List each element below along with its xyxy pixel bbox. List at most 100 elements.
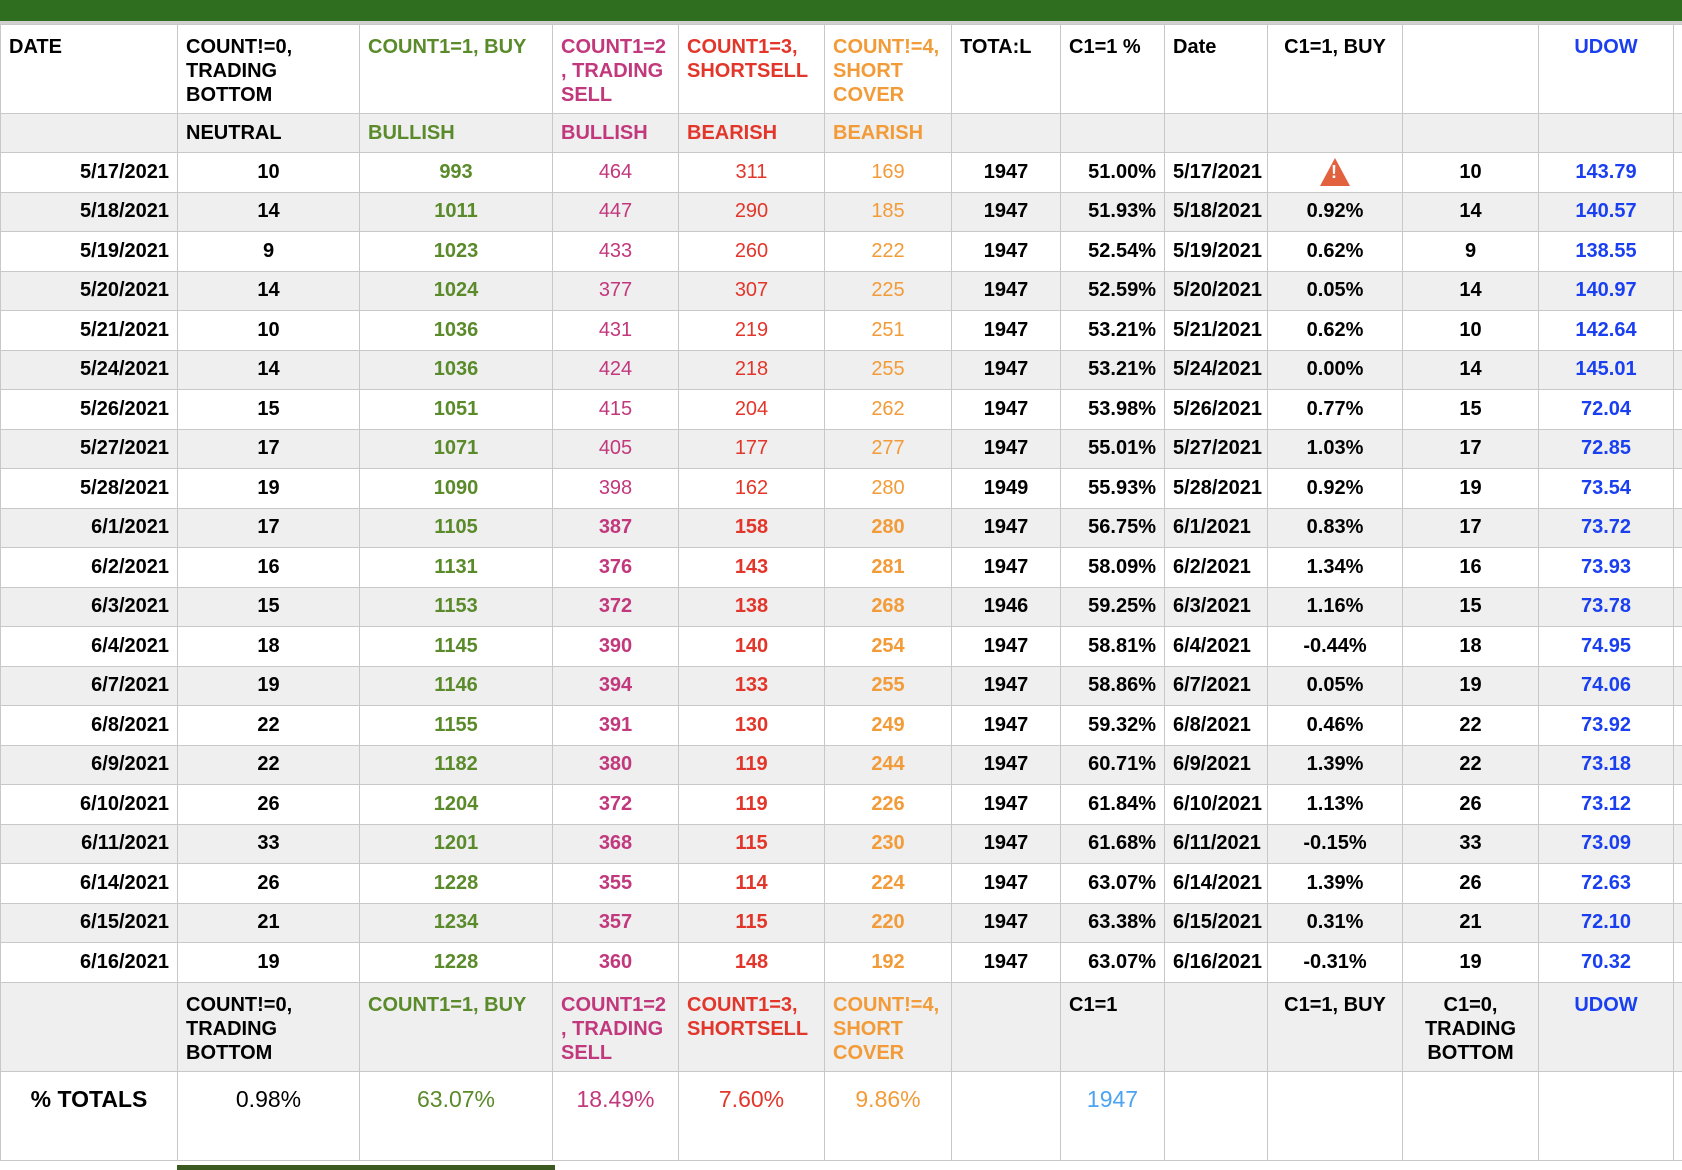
cell-date2[interactable]: 6/8/2021 [1164,705,1268,746]
cell-count0b[interactable]: 26 [1402,863,1539,904]
cell-pct[interactable]: 56.75% [1060,507,1165,548]
cell-total[interactable]: 1947 [951,428,1061,469]
cell-date[interactable]: 6/1/2021 [0,507,178,548]
cell-count0b[interactable]: 18 [1402,626,1539,667]
total-count0[interactable]: 0.98% [177,1070,360,1161]
cell-buy-change[interactable]: 0.92% [1267,191,1403,232]
cell-date[interactable]: 5/26/2021 [0,389,178,430]
cell-pct[interactable]: 58.09% [1060,547,1165,588]
footer-count0[interactable]: COUNT!=0, TRADING BOTTOM [177,981,360,1072]
cell-count0[interactable]: 17 [177,507,360,548]
cell-count0b[interactable]: 9 [1402,231,1539,272]
cell-udow[interactable]: 74.95 [1538,626,1674,667]
cell-pct[interactable]: 60.71% [1060,744,1165,785]
cell-date2[interactable]: 6/10/2021 [1164,784,1268,825]
cell-pct[interactable]: 55.93% [1060,468,1165,509]
cell-date[interactable]: 6/10/2021 [0,784,178,825]
cell-udow[interactable]: 73.12 [1538,784,1674,825]
cell-udow[interactable]: 73.09 [1538,823,1674,864]
cell-buy-change[interactable]: 0.00% [1267,349,1403,390]
header-udow[interactable]: UDOW [1538,24,1674,114]
cell-buy-change[interactable]: 0.62% [1267,231,1403,272]
cell-date[interactable]: 6/3/2021 [0,586,178,627]
cell-count0b[interactable]: 19 [1402,468,1539,509]
cell-count0[interactable]: 10 [177,152,360,193]
sub-cell[interactable] [1538,113,1674,153]
cell-count4[interactable]: 280 [824,507,952,548]
cell-buy-change[interactable] [1267,152,1403,193]
cell-count0b[interactable]: 22 [1402,705,1539,746]
cell-total[interactable]: 1947 [951,863,1061,904]
cell-count0b[interactable]: 17 [1402,507,1539,548]
cell-count1[interactable]: 1131 [359,547,553,588]
cell-count1[interactable]: 1011 [359,191,553,232]
cell-count1[interactable]: 1146 [359,665,553,706]
footer-count3[interactable]: COUNT1=3, SHORTSELL [678,981,825,1072]
cell-count0[interactable]: 16 [177,547,360,588]
cell-date2[interactable]: 5/19/2021 [1164,231,1268,272]
header-blank[interactable] [1402,24,1539,114]
cell-count0b[interactable]: 15 [1402,389,1539,430]
cell-date2[interactable]: 5/17/2021 [1164,152,1268,193]
sub-bullish-2[interactable]: BULLISH [552,113,679,153]
cell-count0[interactable]: 21 [177,902,360,943]
cell-buy-change[interactable]: 1.39% [1267,744,1403,785]
cell-pct[interactable]: 59.25% [1060,586,1165,627]
footer-udow[interactable]: UDOW [1538,981,1674,1072]
cell-count0[interactable]: 19 [177,665,360,706]
cell-total[interactable]: 1947 [951,389,1061,430]
cell-date2[interactable]: 6/2/2021 [1164,547,1268,588]
cell-pct[interactable]: 53.21% [1060,349,1165,390]
cell-date2[interactable]: 5/20/2021 [1164,270,1268,311]
cell-count0b[interactable]: 15 [1402,586,1539,627]
cell-count2[interactable]: 394 [552,665,679,706]
cell[interactable] [1164,981,1268,1072]
cell-date[interactable]: 6/2/2021 [0,547,178,588]
cell-count4[interactable]: 249 [824,705,952,746]
cell-count1[interactable]: 1105 [359,507,553,548]
cell-count2[interactable]: 377 [552,270,679,311]
cell-count1[interactable]: 1201 [359,823,553,864]
cell-udow[interactable]: 73.78 [1538,586,1674,627]
cell-date2[interactable]: 6/14/2021 [1164,863,1268,904]
cell-buy-change[interactable]: 0.31% [1267,902,1403,943]
cell-count0[interactable]: 33 [177,823,360,864]
cell-date[interactable]: 5/19/2021 [0,231,178,272]
cell-date2[interactable]: 5/27/2021 [1164,428,1268,469]
cell-count0[interactable]: 17 [177,428,360,469]
cell-udow[interactable]: 143.79 [1538,152,1674,193]
header-date2[interactable]: Date [1164,24,1268,114]
cell-pct[interactable]: 59.32% [1060,705,1165,746]
cell-date2[interactable]: 6/15/2021 [1164,902,1268,943]
cell-count4[interactable]: 251 [824,310,952,351]
cell-total[interactable]: 1947 [951,152,1061,193]
cell-count0[interactable]: 14 [177,349,360,390]
cell-count0[interactable]: 19 [177,468,360,509]
cell-pct[interactable]: 53.21% [1060,310,1165,351]
cell-count4[interactable]: 224 [824,863,952,904]
header-count3[interactable]: COUNT1=3, SHORTSELL [678,24,825,114]
cell-date[interactable]: 5/28/2021 [0,468,178,509]
cell-count0[interactable]: 15 [177,389,360,430]
cell-pct[interactable]: 55.01% [1060,428,1165,469]
header-date[interactable]: DATE [0,24,178,114]
cell-count2[interactable]: 368 [552,823,679,864]
cell-pct[interactable]: 51.00% [1060,152,1165,193]
cell-buy-change[interactable]: 0.46% [1267,705,1403,746]
cell-count4[interactable]: 255 [824,665,952,706]
cell-total[interactable]: 1947 [951,191,1061,232]
cell-buy-change[interactable]: 0.77% [1267,389,1403,430]
cell-pct[interactable]: 58.81% [1060,626,1165,667]
header-count0[interactable]: COUNT!=0, TRADING BOTTOM [177,24,360,114]
cell-count3[interactable]: 158 [678,507,825,548]
cell-pct[interactable]: 52.54% [1060,231,1165,272]
cell-count2[interactable]: 447 [552,191,679,232]
sub-neutral[interactable]: NEUTRAL [177,113,360,153]
cell-count0[interactable]: 26 [177,784,360,825]
cell-date2[interactable]: 5/26/2021 [1164,389,1268,430]
cell-count0[interactable]: 9 [177,231,360,272]
cell-buy-change[interactable]: -0.31% [1267,942,1403,983]
cell-count4[interactable]: 169 [824,152,952,193]
cell-buy-change[interactable]: 0.62% [1267,310,1403,351]
cell-count0[interactable]: 10 [177,310,360,351]
